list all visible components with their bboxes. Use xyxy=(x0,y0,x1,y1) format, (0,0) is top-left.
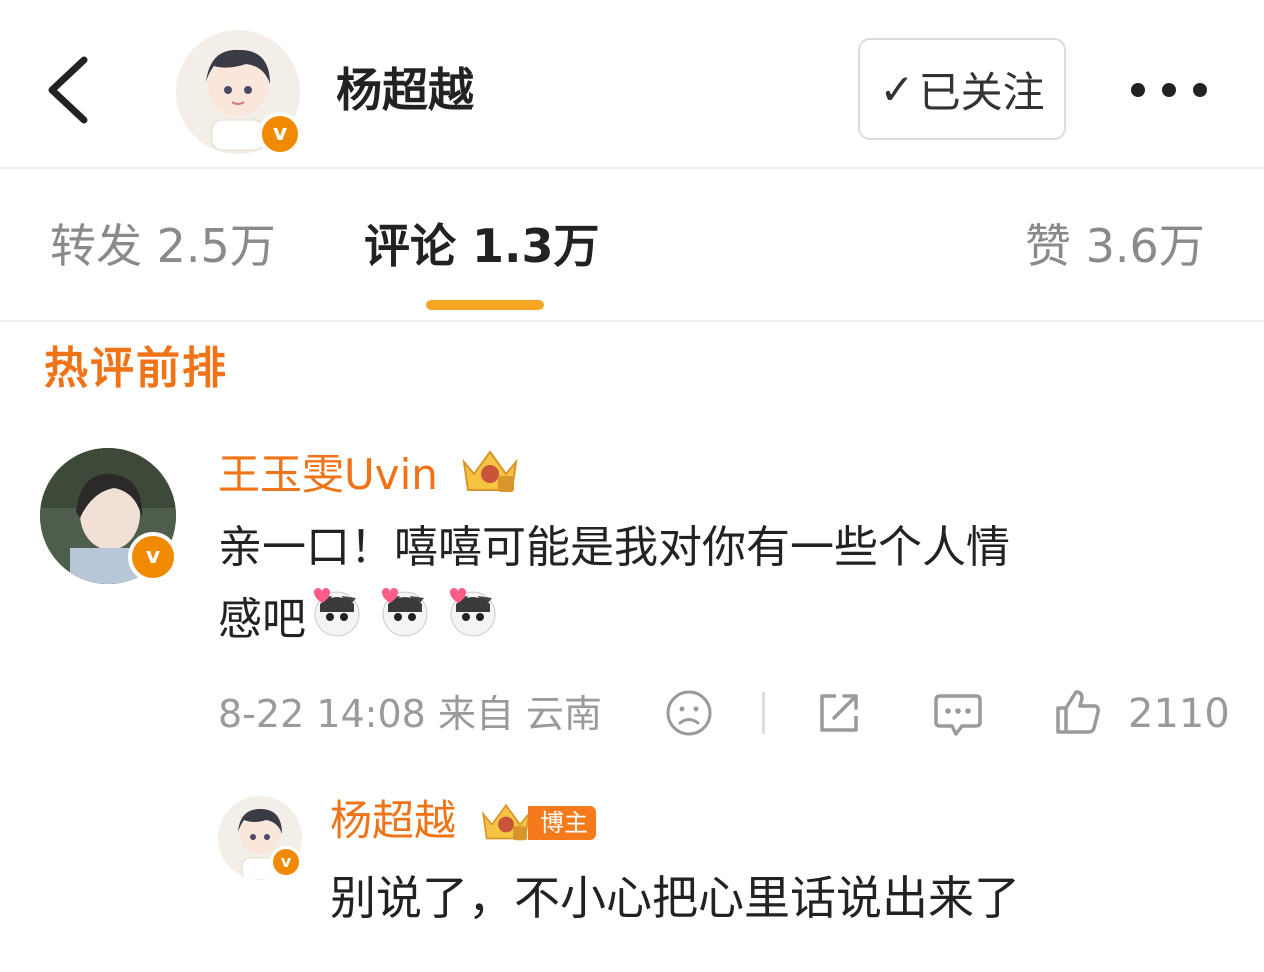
cat-heart-emoji-icon xyxy=(382,588,428,637)
tab-likes-label: 赞 xyxy=(1025,219,1071,273)
tab-repost[interactable]: 转发 2.5万 xyxy=(50,216,276,276)
like-count: 2110 xyxy=(1128,691,1230,737)
tab-likes-count: 3.6万 xyxy=(1085,219,1205,273)
comment-text-line2-text: 感吧 xyxy=(218,594,306,645)
reply-text: 别说了，不小心把心里话说出来了 xyxy=(330,871,1020,925)
comment-date: 8-22 14:08 xyxy=(218,692,426,736)
reply-author-name-text: 杨超越 xyxy=(330,796,457,845)
tab-comments-count: 1.3万 xyxy=(472,219,600,273)
comment-location: 来自 云南 xyxy=(437,692,603,736)
cat-heart-emoji-icon xyxy=(314,588,360,637)
tab-repost-label: 转发 xyxy=(50,219,142,273)
reply-author-name[interactable]: 杨超越 xyxy=(330,794,456,848)
commenter-name-text: 王玉雯Uvin xyxy=(218,450,438,499)
checkmark-icon: ✓ xyxy=(879,64,915,114)
share-icon[interactable] xyxy=(814,688,864,738)
emoji-row xyxy=(310,584,500,660)
thumbs-up-icon[interactable] xyxy=(1052,686,1104,738)
comment-bubble-icon[interactable] xyxy=(932,688,984,740)
active-tab-indicator xyxy=(426,300,544,310)
tab-likes[interactable]: 赞 3.6万 xyxy=(1025,216,1205,276)
comment-text-line1: 亲一口！嘻嘻可能是我对你有一些个人情 xyxy=(218,522,1010,573)
comment-text-line2: 感吧 xyxy=(218,584,1218,660)
follow-button[interactable]: ✓ 已关注 xyxy=(858,38,1066,140)
tab-comments[interactable]: 评论 1.3万 xyxy=(364,216,600,276)
cat-heart-emoji-icon xyxy=(450,588,496,637)
back-button[interactable] xyxy=(40,50,100,130)
tab-bar: 转发 2.5万 评论 1.3万 赞 3.6万 xyxy=(0,168,1264,322)
meta-divider xyxy=(762,692,765,734)
verified-v-icon: v xyxy=(258,112,302,156)
crown-level-icon xyxy=(462,450,518,492)
comment-meta: 8-22 14:08 来自 云南 xyxy=(218,688,602,740)
tab-comments-label: 评论 xyxy=(364,219,456,273)
more-dots-icon xyxy=(1131,83,1207,97)
comment-text: 亲一口！嘻嘻可能是我对你有一些个人情 感吧 xyxy=(218,512,1218,660)
crown-level-icon xyxy=(481,803,531,841)
verified-v-icon: v xyxy=(270,846,302,878)
page-title: 杨超越 xyxy=(336,63,474,117)
back-chevron-icon xyxy=(48,56,88,124)
verified-v-icon: v xyxy=(128,532,178,582)
commenter-name[interactable]: 王玉雯Uvin xyxy=(218,448,438,502)
more-button[interactable] xyxy=(1124,70,1214,110)
hot-comments-title: 热评前排 xyxy=(44,343,228,394)
sad-face-icon[interactable] xyxy=(664,688,714,738)
follow-label: 已关注 xyxy=(918,67,1045,117)
owner-badge: 博主 xyxy=(528,806,596,840)
tab-repost-count: 2.5万 xyxy=(156,219,276,273)
